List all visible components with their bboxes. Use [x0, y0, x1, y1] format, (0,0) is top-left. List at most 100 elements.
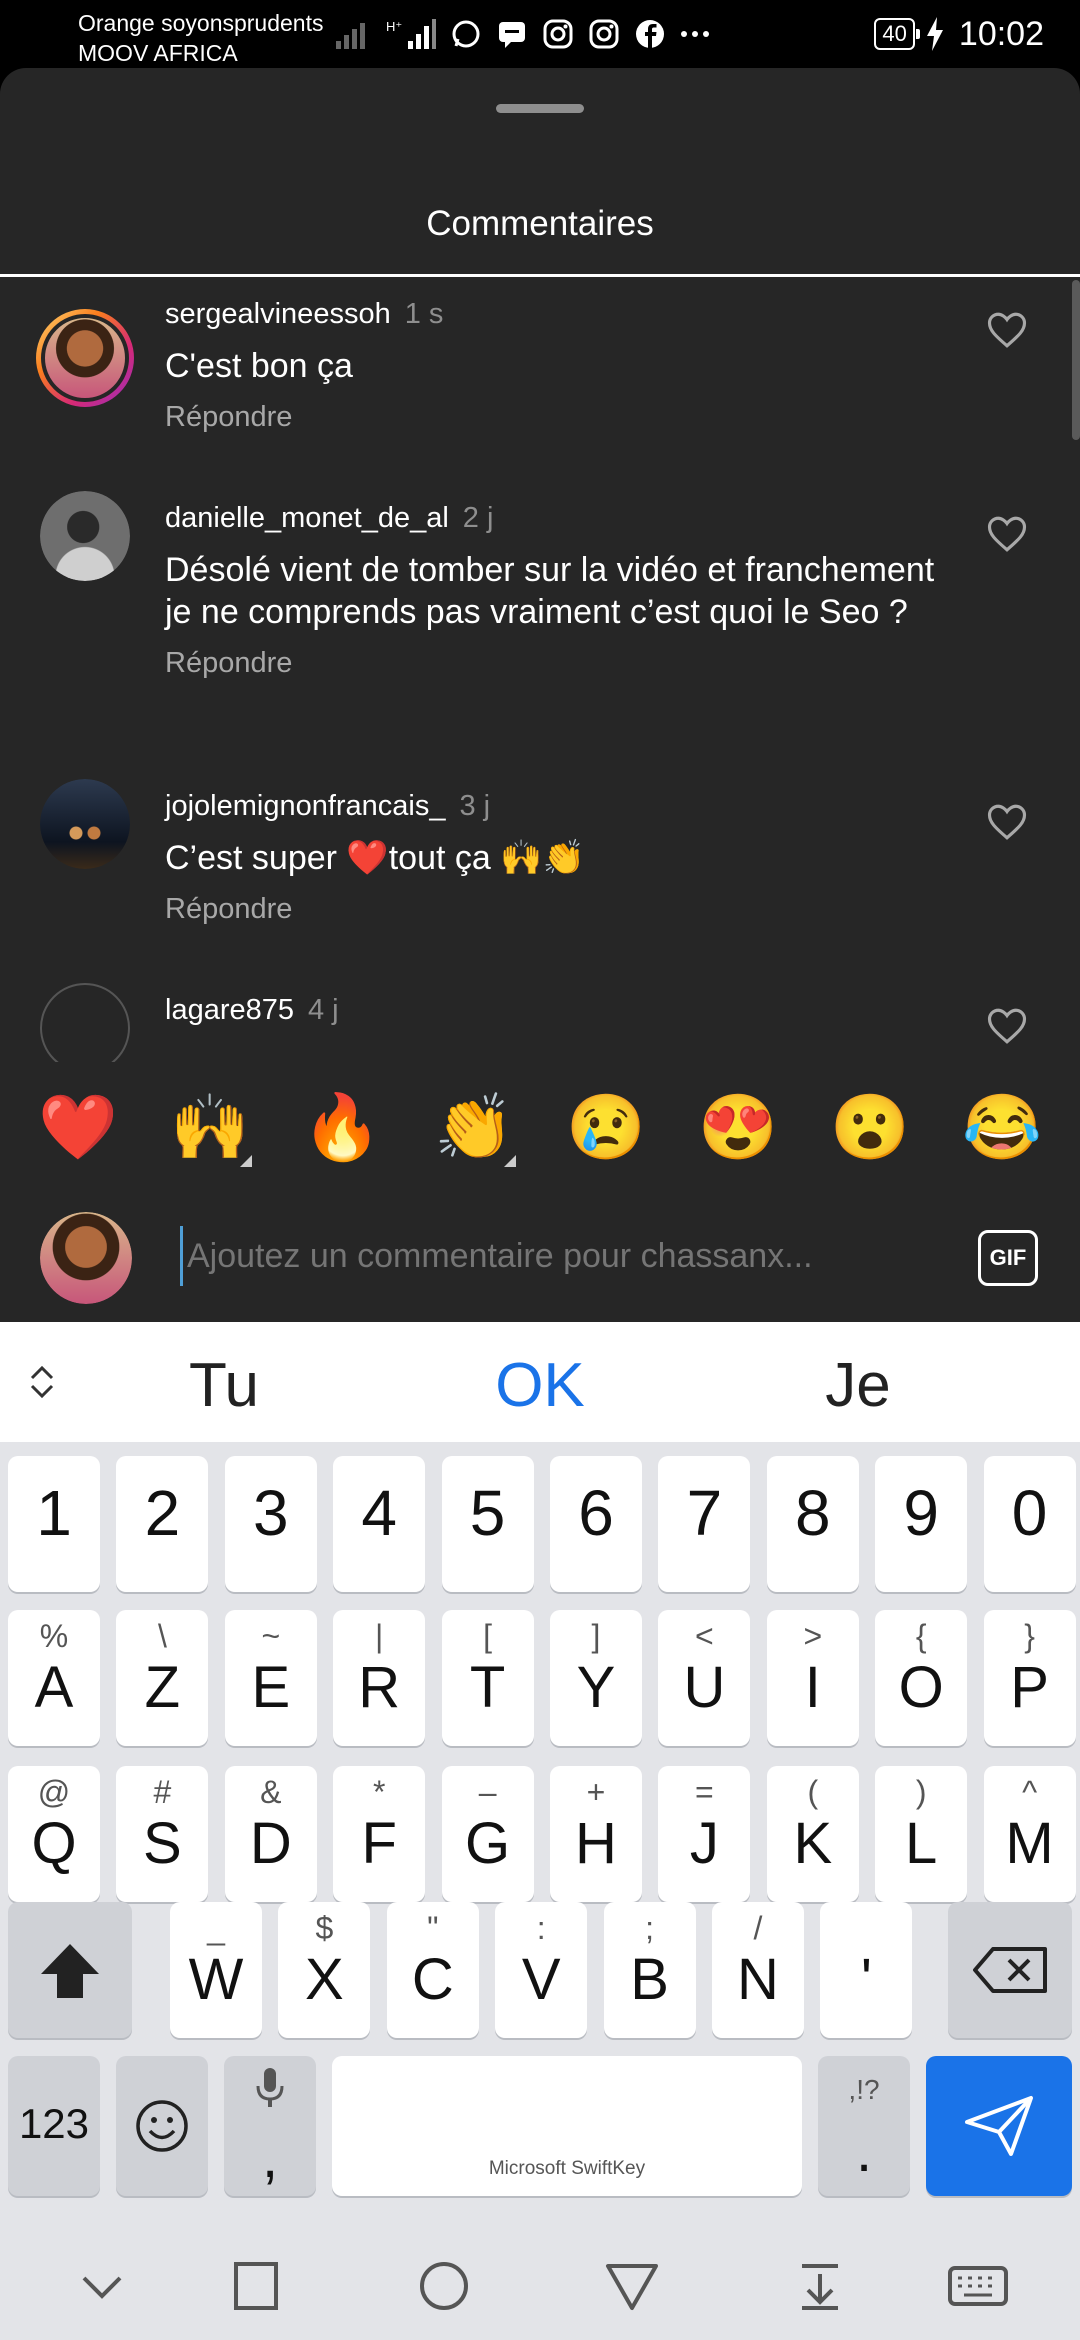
expand-toolbar-icon[interactable] — [26, 1362, 58, 1402]
key-apostrophe[interactable]: ' — [820, 1902, 913, 2038]
key-p[interactable]: } P — [983, 1610, 1076, 1746]
comment-username[interactable]: sergealvineessoh — [165, 298, 391, 330]
key-m-label: M — [1005, 1811, 1054, 1876]
key-3[interactable]: 3 — [224, 1456, 317, 1592]
comment-time: 2 j — [462, 502, 494, 534]
emoji-clap-button[interactable]: 👏 — [424, 1087, 524, 1167]
recents-square-icon[interactable] — [226, 2258, 286, 2314]
key-i-sub: > — [803, 1618, 823, 1654]
key-h[interactable]: + H — [550, 1766, 642, 1902]
emoji-quick-bar: ❤️ 🙌 🔥 👏 😢 😍 😮 😂 — [0, 1062, 1080, 1192]
hide-keyboard-chevron-icon[interactable] — [72, 2258, 132, 2314]
backspace-icon — [973, 1947, 1047, 1993]
key-u[interactable]: < U — [658, 1610, 751, 1746]
shift-key[interactable] — [8, 1902, 132, 2038]
key-r-sub: | — [375, 1618, 384, 1654]
key-7[interactable]: 7 — [658, 1456, 751, 1592]
reply-button[interactable]: Répondre — [165, 645, 950, 681]
space-bar[interactable]: Microsoft SwiftKey — [332, 2056, 802, 2196]
comment-input[interactable] — [180, 1226, 980, 1286]
emoji-surprised-button[interactable]: 😮 — [820, 1087, 920, 1167]
avatar[interactable] — [40, 491, 130, 581]
key-123[interactable]: 123 — [8, 2056, 100, 2196]
key-r[interactable]: | R — [333, 1610, 426, 1746]
key-e[interactable]: ~ E — [224, 1610, 317, 1746]
key-d[interactable]: & D — [224, 1766, 317, 1902]
key-n[interactable]: / N — [712, 1902, 804, 2038]
key-emoji[interactable] — [116, 2056, 208, 2196]
key-q-sub: @ — [37, 1774, 71, 1810]
key-i[interactable]: > I — [766, 1610, 859, 1746]
comment-username[interactable]: lagare875 — [165, 994, 294, 1026]
download-tray-icon[interactable] — [790, 2258, 850, 2314]
comments-list[interactable]: sergealvineessoh 1 s C'est bon ça Répondr… — [0, 279, 1080, 1129]
key-m[interactable]: ^ M — [983, 1766, 1076, 1902]
heart-icon[interactable] — [986, 309, 1028, 351]
comment-username[interactable]: jojolemignonfrancais_ — [165, 790, 446, 822]
key-s[interactable]: # S — [116, 1766, 209, 1902]
heart-icon[interactable] — [986, 801, 1028, 843]
key-b[interactable]: ; B — [603, 1902, 696, 2038]
comment-username[interactable]: danielle_monet_de_al — [165, 502, 449, 534]
key-8[interactable]: 8 — [766, 1456, 859, 1592]
key-0[interactable]: 0 — [983, 1456, 1076, 1592]
key-2[interactable]: 2 — [116, 1456, 209, 1592]
key-k[interactable]: (K — [766, 1766, 859, 1902]
key-j[interactable]: = J — [658, 1766, 751, 1902]
key-1[interactable]: 1 — [8, 1456, 100, 1592]
key-g[interactable]: – G — [441, 1766, 534, 1902]
key-9-label: 9 — [903, 1477, 939, 1549]
home-circle-icon[interactable] — [414, 2258, 474, 2314]
backspace-key[interactable] — [948, 1902, 1072, 2038]
emoji-heart-button[interactable]: ❤️ — [28, 1087, 128, 1167]
suggestion-3[interactable]: Je — [708, 1350, 1008, 1421]
key-c[interactable]: " C — [386, 1902, 479, 2038]
key-q[interactable]: @ Q — [8, 1766, 100, 1902]
key-t[interactable]: [T — [441, 1610, 534, 1746]
key-w[interactable]: _ W — [170, 1902, 262, 2038]
key-z-label: Z — [144, 1655, 181, 1720]
key-9[interactable]: 9 — [875, 1456, 968, 1592]
keyboard: Tu OK Je 1 2 3 4 5 6 7 8 9 0% A \ Z ~ E | R[T] Y < U > I{O} P @… — [0, 1322, 1080, 2340]
keyboard-switch-icon[interactable] — [946, 2258, 1010, 2314]
key-l[interactable]: ) L — [875, 1766, 968, 1902]
instagram-icon — [543, 19, 573, 49]
key-y[interactable]: ] Y — [550, 1610, 642, 1746]
back-triangle-icon[interactable] — [602, 2258, 662, 2314]
reply-button[interactable]: Répondre — [165, 399, 950, 435]
key-e-label: E — [251, 1655, 291, 1720]
suggestion-2[interactable]: OK — [390, 1350, 690, 1421]
title-divider — [0, 274, 1080, 277]
key-6[interactable]: 6 — [550, 1456, 642, 1592]
key-4[interactable]: 4 — [333, 1456, 426, 1592]
key-5[interactable]: 5 — [441, 1456, 534, 1592]
drag-handle[interactable] — [496, 104, 584, 113]
suggestion-1[interactable]: Tu — [74, 1350, 374, 1421]
key-z[interactable]: \ Z — [116, 1610, 209, 1746]
emoji-crying-button[interactable]: 😢 — [556, 1087, 656, 1167]
avatar[interactable] — [40, 983, 130, 1073]
emoji-raised-hands-button[interactable]: 🙌 — [160, 1087, 260, 1167]
comment-time: 3 j — [459, 790, 491, 822]
status-right: 40 10:02 — [874, 14, 1044, 54]
key-period[interactable]: ,!? . — [818, 2056, 910, 2196]
avatar[interactable] — [36, 309, 134, 407]
key-f[interactable]: * F — [333, 1766, 426, 1902]
heart-icon[interactable] — [986, 1005, 1028, 1047]
reply-button[interactable]: Répondre — [165, 891, 950, 927]
key-x[interactable]: $ X — [278, 1902, 371, 2038]
send-key[interactable] — [926, 2056, 1072, 2196]
heart-icon[interactable] — [986, 513, 1028, 555]
key-v[interactable]: :V — [495, 1902, 588, 2038]
avatar[interactable] — [40, 779, 130, 869]
gif-button[interactable]: GIF — [978, 1230, 1038, 1286]
key-6-label: 6 — [578, 1477, 614, 1549]
emoji-heart-eyes-button[interactable]: 😍 — [688, 1087, 788, 1167]
key-o[interactable]: {O — [875, 1610, 968, 1746]
key-mic-comma[interactable]: , — [224, 2056, 316, 2196]
key-a[interactable]: % A — [8, 1610, 100, 1746]
comment-time: 4 j — [308, 994, 339, 1026]
key-l-sub: ) — [915, 1774, 927, 1810]
emoji-laughing-button[interactable]: 😂 — [952, 1087, 1052, 1167]
emoji-fire-button[interactable]: 🔥 — [292, 1087, 392, 1167]
